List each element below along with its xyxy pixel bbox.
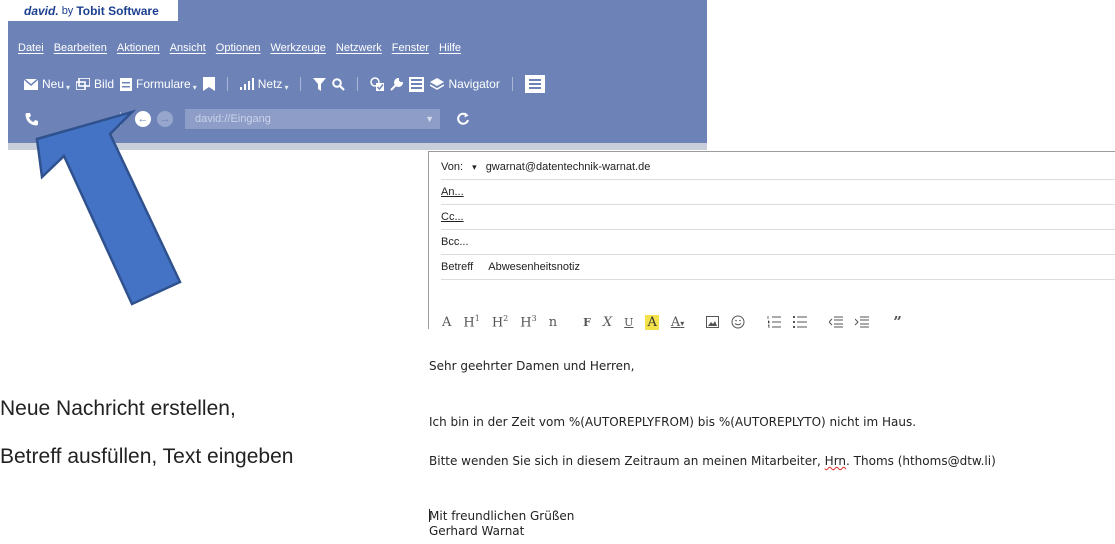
menu-netzwerk[interactable]: Netzwerk xyxy=(336,42,382,54)
instruction-line2: Betreff ausfüllen, Text eingeben xyxy=(0,445,294,468)
subject-field[interactable]: Betreff Abwesenheitsnotiz xyxy=(441,255,1115,280)
menu-hilfe[interactable]: Hilfe xyxy=(439,42,461,54)
format-toolbar: A H1 H2 H3 n F X U A A▾ ” xyxy=(442,312,902,332)
compose-mail-panel: Von: ▾ gwarnat@datentechnik-warnat.de An… xyxy=(428,151,1115,544)
from-dropdown-icon[interactable]: ▾ xyxy=(472,162,477,172)
refresh-icon[interactable] xyxy=(456,112,470,126)
emoji-icon[interactable] xyxy=(731,315,745,329)
address-bar-value: david://Eingang xyxy=(195,113,271,125)
italic-button[interactable]: X xyxy=(603,315,612,330)
mail-left-border xyxy=(428,151,429,329)
highlight-button[interactable]: A xyxy=(645,314,659,330)
menu-bar: Datei Bearbeiten Aktionen Ansicht Option… xyxy=(18,42,461,54)
body-line1: Ich bin in der Zeit vom %(AUTOREPLYFROM)… xyxy=(429,415,917,429)
blockquote-icon[interactable]: ” xyxy=(893,313,902,331)
toolbar-separator xyxy=(357,77,359,91)
normal-text-button[interactable]: n xyxy=(549,315,557,330)
pointer-arrow-graphic xyxy=(35,109,182,306)
body-greeting: Sehr geehrter Damen und Herren, xyxy=(429,359,635,373)
layers-icon xyxy=(430,77,445,90)
toolbar-separator xyxy=(226,77,228,91)
indent-icon[interactable] xyxy=(855,316,870,328)
list-view-icon[interactable] xyxy=(409,76,425,92)
address-bar[interactable]: david://Eingang ▼ xyxy=(185,109,440,129)
menu-fenster[interactable]: Fenster xyxy=(392,42,429,54)
heading3-button[interactable]: H3 xyxy=(520,314,536,330)
bcc-field[interactable]: Bcc... xyxy=(441,230,1115,255)
to-label[interactable]: An... xyxy=(441,180,464,204)
body-line2: Bitte wenden Sie sich in diesem Zeitraum… xyxy=(429,454,996,468)
insert-image-icon[interactable] xyxy=(706,316,720,328)
to-field[interactable]: An... xyxy=(441,180,1115,205)
toolbar-separator xyxy=(511,77,513,91)
font-color-button[interactable]: A▾ xyxy=(671,315,684,330)
menu-optionen[interactable]: Optionen xyxy=(216,42,261,54)
navigator-button-label: Navigator xyxy=(448,77,500,91)
menu-ansicht[interactable]: Ansicht xyxy=(170,42,206,54)
mail-top-border xyxy=(428,151,1115,152)
search-icon[interactable] xyxy=(332,77,346,91)
cc-label[interactable]: Cc... xyxy=(441,205,464,229)
menu-bearbeiten[interactable]: Bearbeiten xyxy=(54,42,107,54)
cc-field[interactable]: Cc... xyxy=(441,205,1115,230)
chevron-down-icon[interactable]: ▼ xyxy=(425,109,434,129)
tasks-check-icon[interactable] xyxy=(370,77,385,91)
underline-button[interactable]: U xyxy=(624,316,633,329)
bold-button[interactable]: F xyxy=(583,316,591,329)
menu-aktionen[interactable]: Aktionen xyxy=(117,42,160,54)
body-signature: Gerhard Warnat xyxy=(429,524,525,538)
heading1-button[interactable]: H1 xyxy=(463,314,479,330)
dropdown-indicator-icon[interactable]: ▾ xyxy=(284,83,288,92)
filter-icon[interactable] xyxy=(313,77,327,91)
bcc-label[interactable]: Bcc... xyxy=(441,230,469,254)
wrench-icon[interactable] xyxy=(390,77,404,91)
subject-label: Betreff xyxy=(441,261,474,273)
app-logo: david. by Tobit Software xyxy=(8,0,178,21)
ordered-list-icon[interactable] xyxy=(767,316,782,328)
network-button[interactable]: Netz ▾ xyxy=(239,77,288,92)
menu-werkzeuge[interactable]: Werkzeuge xyxy=(270,42,325,54)
instruction-line1: Neue Nachricht erstellen, xyxy=(0,397,236,420)
from-value: gwarnat@datentechnik-warnat.de xyxy=(485,161,651,173)
bullet-list-icon[interactable] xyxy=(793,316,808,328)
menu-datei[interactable]: Datei xyxy=(18,42,44,54)
outdent-icon[interactable] xyxy=(829,316,844,328)
heading2-button[interactable]: H2 xyxy=(492,314,508,330)
network-button-label: Netz xyxy=(257,77,283,91)
signal-bars-icon xyxy=(239,78,254,90)
hamburger-menu-icon[interactable] xyxy=(524,75,545,93)
font-size-button[interactable]: A xyxy=(442,315,451,330)
bookmark-icon[interactable] xyxy=(202,77,215,91)
from-row[interactable]: Von: ▾ gwarnat@datentechnik-warnat.de xyxy=(441,155,1115,180)
from-label: Von: xyxy=(441,161,464,173)
toolbar-separator xyxy=(300,77,302,91)
navigator-button[interactable]: Navigator xyxy=(430,77,500,91)
body-closing: Mit freundlichen Grüßen xyxy=(429,509,575,523)
subject-value[interactable]: Abwesenheitsnotiz xyxy=(488,261,580,273)
